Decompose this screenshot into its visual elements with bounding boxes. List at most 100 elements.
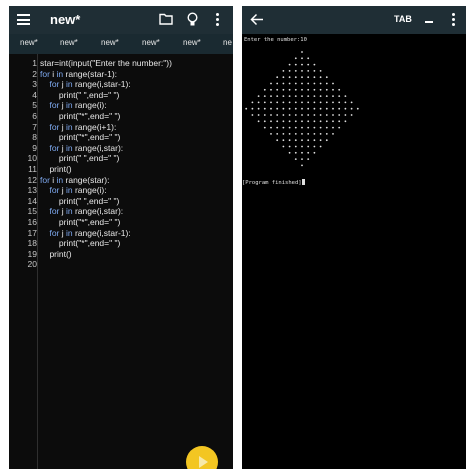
star-char: [307, 95, 310, 97]
star-char: [313, 70, 316, 72]
code-text: range(star):: [65, 174, 110, 185]
program-finished-text: [Program finished]: [242, 179, 305, 186]
code-line: print("*",end=" "): [40, 217, 120, 227]
star-char: [301, 114, 303, 116]
line-number: 13: [27, 185, 37, 196]
star-char: [332, 107, 334, 110]
star-char: [313, 88, 316, 91]
star-char: [344, 95, 347, 97]
editor-panel: new* new* new* new* new* new* ne 1234567…: [9, 6, 233, 469]
star-char: [319, 139, 322, 142]
code-text: print(" ",end=" "): [40, 89, 120, 100]
run-button[interactable]: [186, 446, 218, 469]
minimize-button[interactable]: [425, 21, 433, 23]
star-char: [319, 88, 322, 91]
star-char: [332, 88, 334, 91]
star-char: [319, 114, 322, 116]
gutter-divider: [37, 54, 38, 469]
star-char: [294, 57, 297, 60]
tab-new-5[interactable]: new*: [183, 38, 201, 47]
star-char: [282, 139, 285, 142]
star-char: [294, 158, 297, 160]
code-keyword: in: [56, 174, 66, 185]
text-cursor: [301, 179, 305, 185]
terminal-output[interactable]: Enter the number:10 [Program finished]: [242, 34, 466, 469]
star-char: [288, 145, 291, 148]
star-char: [301, 82, 303, 85]
line-number: 15: [27, 206, 37, 217]
more-options-icon[interactable]: [216, 13, 220, 27]
star-char: [276, 76, 279, 79]
code-line: for j in range(i,star-1):: [40, 228, 130, 238]
star-char: [257, 114, 260, 116]
star-char: [313, 101, 316, 104]
code-keyword: for: [49, 206, 62, 217]
star-char: [294, 151, 297, 154]
star-char: [288, 133, 291, 135]
star-char: [270, 107, 272, 110]
code-line: print("*",end=" "): [40, 238, 120, 248]
star-char: [301, 139, 303, 142]
star-char: [282, 88, 285, 91]
line-number-gutter: 1 2 3 4 5 6 7 8 9 10 11 12 13 14 15 16 17 18 19 20: [9, 54, 37, 469]
star-char: [294, 76, 297, 79]
star-char: [294, 70, 297, 72]
star-char: [313, 145, 316, 148]
star-char: [338, 120, 341, 123]
star-char: [338, 95, 341, 97]
terminal-app-bar: TAB: [242, 6, 466, 34]
star-char: [294, 82, 297, 85]
star-char: [313, 95, 316, 97]
star-char: [270, 133, 272, 135]
star-char: [288, 76, 291, 79]
line-number: 8: [32, 132, 37, 143]
line-number: 17: [27, 227, 37, 238]
star-char: [332, 95, 334, 97]
star-char: [307, 63, 310, 66]
line-number: 1: [32, 58, 37, 68]
star-char: [307, 158, 310, 160]
more-options-icon[interactable]: [452, 13, 456, 27]
lightbulb-icon[interactable]: [187, 12, 198, 27]
code-line: print("*",end=" "): [40, 111, 120, 121]
star-char: [344, 101, 347, 104]
star-char: [270, 126, 272, 129]
star-char: [257, 107, 260, 110]
star-char: [288, 88, 291, 91]
star-char: [251, 101, 254, 104]
star-char: [263, 126, 266, 129]
line-number: 10: [27, 153, 37, 164]
tab-new-2[interactable]: new*: [60, 38, 78, 47]
star-char: [270, 88, 272, 91]
star-char: [307, 133, 310, 135]
code-line: for j in range(i+1):: [40, 122, 116, 132]
star-char: [251, 107, 254, 110]
tab-new-6[interactable]: ne: [223, 38, 232, 47]
tab-new-4[interactable]: new*: [142, 38, 160, 47]
star-char: [307, 151, 310, 154]
folder-icon[interactable]: [159, 13, 173, 25]
code-text: range(star-1):: [65, 68, 118, 79]
star-char: [288, 95, 291, 97]
star-char: [301, 101, 303, 104]
code-text: star=int(input("Enter the number:")): [40, 58, 172, 68]
star-char: [332, 82, 334, 85]
star-char: [338, 114, 341, 116]
menu-icon[interactable]: [17, 14, 30, 25]
code-line: for j in range(i,star-1):: [40, 79, 130, 89]
star-char: [313, 82, 316, 85]
star-char: [282, 76, 285, 79]
code-text: print("*",end=" "): [40, 238, 121, 249]
star-char: [313, 139, 316, 142]
star-char: [319, 133, 322, 135]
code-line: for i in range(star):: [40, 175, 109, 185]
line-number: 6: [32, 111, 37, 121]
back-arrow-icon[interactable]: [250, 13, 264, 26]
tab-new-1[interactable]: new*: [20, 38, 38, 47]
star-char: [319, 101, 322, 104]
tab-key-button[interactable]: TAB: [394, 14, 412, 24]
tab-new-3[interactable]: new*: [101, 38, 119, 47]
terminal-panel: TAB Enter the number:10 [Program finishe…: [242, 6, 466, 469]
star-char: [307, 82, 310, 85]
star-char: [301, 70, 303, 72]
